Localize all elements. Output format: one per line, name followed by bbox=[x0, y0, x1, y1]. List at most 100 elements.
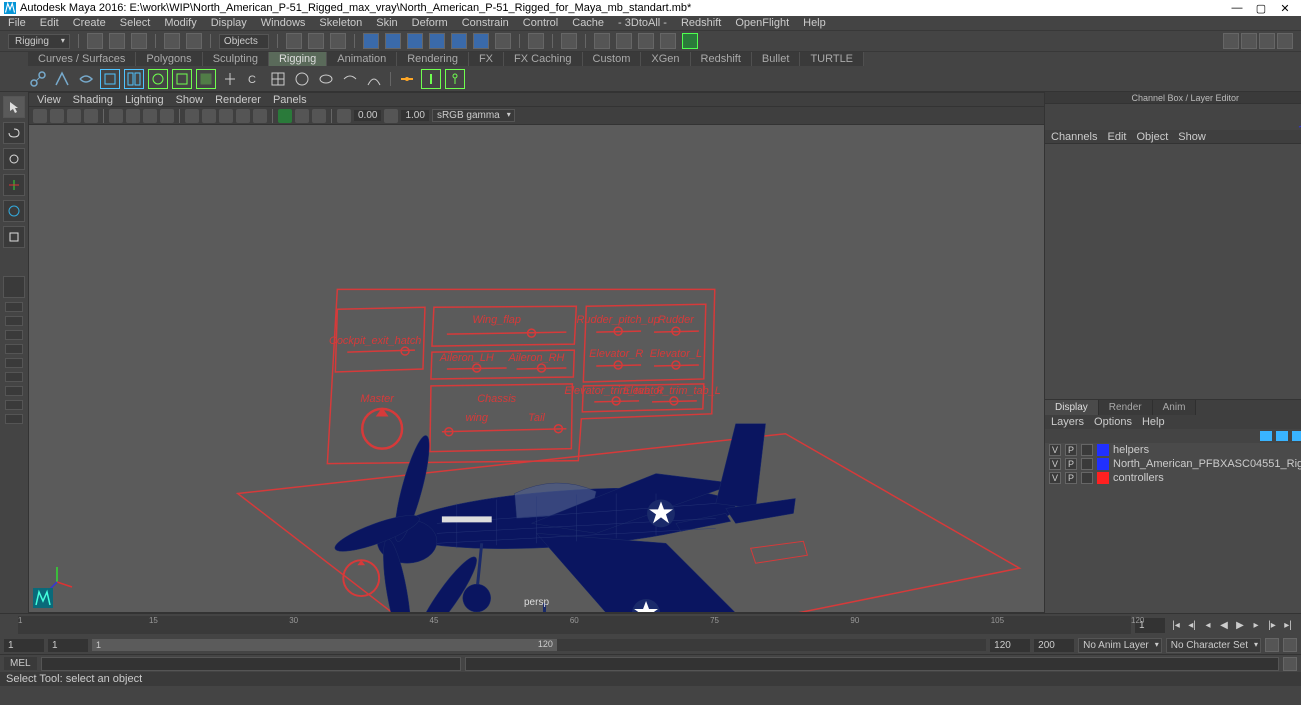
move-layer-up-icon[interactable] bbox=[1260, 431, 1272, 441]
layer-row[interactable]: VPNorth_American_PFBXASC04551_Rigged bbox=[1045, 457, 1301, 471]
anim-layer-dropdown[interactable]: No Anim Layer bbox=[1078, 638, 1162, 653]
human-ik-icon[interactable] bbox=[445, 69, 465, 89]
menu-deform[interactable]: Deform bbox=[412, 17, 448, 29]
menu-modify[interactable]: Modify bbox=[164, 17, 196, 29]
menu-edit[interactable]: Edit bbox=[40, 17, 59, 29]
panel-layout-1-icon[interactable] bbox=[1223, 33, 1239, 49]
hypershade-icon[interactable] bbox=[638, 33, 654, 49]
nonlinear-icon[interactable] bbox=[364, 69, 384, 89]
xray-icon[interactable] bbox=[295, 109, 309, 123]
channel-menu-object[interactable]: Object bbox=[1136, 131, 1168, 143]
range-end-outer[interactable]: 200 bbox=[1034, 639, 1074, 652]
snap-grid-icon[interactable] bbox=[363, 33, 379, 49]
layer-extra-toggle[interactable] bbox=[1081, 458, 1093, 470]
snap-point-icon[interactable] bbox=[407, 33, 423, 49]
viewport-menu-panels[interactable]: Panels bbox=[273, 94, 307, 106]
layer-tab-render[interactable]: Render bbox=[1099, 400, 1153, 415]
open-scene-icon[interactable] bbox=[109, 33, 125, 49]
viewport-menu-show[interactable]: Show bbox=[176, 94, 204, 106]
lattice-icon[interactable] bbox=[268, 69, 288, 89]
viewport-menu-view[interactable]: View bbox=[37, 94, 61, 106]
panel-layout-3-icon[interactable] bbox=[1259, 33, 1275, 49]
select-tool[interactable] bbox=[3, 96, 25, 118]
shelf-tab-redshift[interactable]: Redshift bbox=[691, 52, 752, 66]
make-live-icon[interactable] bbox=[495, 33, 511, 49]
layer-visibility-toggle[interactable]: V bbox=[1049, 458, 1061, 470]
lasso-tool[interactable] bbox=[3, 122, 25, 144]
grid-toggle-icon[interactable] bbox=[109, 109, 123, 123]
menu-cache[interactable]: Cache bbox=[572, 17, 604, 29]
exposure-value[interactable]: 0.00 bbox=[354, 110, 381, 121]
layer-tab-anim[interactable]: Anim bbox=[1153, 400, 1197, 415]
layer-extra-toggle[interactable] bbox=[1081, 472, 1093, 484]
menu-display[interactable]: Display bbox=[211, 17, 247, 29]
script-lang-label[interactable]: MEL bbox=[4, 657, 37, 670]
redo-icon[interactable] bbox=[186, 33, 202, 49]
step-forward-key-icon[interactable]: |▸ bbox=[1265, 618, 1279, 632]
panel-layout-4-icon[interactable] bbox=[1277, 33, 1293, 49]
create-empty-layer-icon[interactable] bbox=[1292, 431, 1301, 441]
paint-weights-icon[interactable] bbox=[148, 69, 168, 89]
layer-type-toggle[interactable]: P bbox=[1065, 444, 1077, 456]
go-to-start-icon[interactable]: |◂ bbox=[1169, 618, 1183, 632]
menu-create[interactable]: Create bbox=[73, 17, 106, 29]
render-sequence-icon[interactable] bbox=[682, 33, 698, 49]
layer-color-swatch[interactable] bbox=[1097, 472, 1109, 484]
exposure-icon[interactable] bbox=[337, 109, 351, 123]
viewport-3d[interactable]: Cockpit_exit_hatch Wing_flap Aileron_LH … bbox=[29, 125, 1044, 612]
wireframe-icon[interactable] bbox=[185, 109, 199, 123]
wrap-icon[interactable] bbox=[292, 69, 312, 89]
layer-visibility-toggle[interactable]: V bbox=[1049, 472, 1061, 484]
time-ruler[interactable]: 1153045607590105120 bbox=[18, 616, 1131, 634]
isolate-select-icon[interactable] bbox=[278, 109, 292, 123]
menu-skin[interactable]: Skin bbox=[376, 17, 397, 29]
bookmark-icon[interactable] bbox=[67, 109, 81, 123]
layer-visibility-toggle[interactable]: V bbox=[1049, 444, 1061, 456]
select-camera-icon[interactable] bbox=[33, 109, 47, 123]
snap-view-icon[interactable] bbox=[451, 33, 467, 49]
menu--3dtoall-[interactable]: - 3DtoAll - bbox=[618, 17, 667, 29]
shelf-tab-animation[interactable]: Animation bbox=[327, 52, 397, 66]
channel-menu-edit[interactable]: Edit bbox=[1107, 131, 1126, 143]
shelf-tab-rigging[interactable]: Rigging bbox=[269, 52, 327, 66]
viewport-menu-shading[interactable]: Shading bbox=[73, 94, 113, 106]
step-back-key-icon[interactable]: ◂| bbox=[1185, 618, 1199, 632]
menu-windows[interactable]: Windows bbox=[261, 17, 306, 29]
render-icon[interactable] bbox=[561, 33, 577, 49]
move-tool[interactable] bbox=[3, 174, 25, 196]
menu-file[interactable]: File bbox=[8, 17, 26, 29]
step-forward-icon[interactable]: ▸ bbox=[1249, 618, 1263, 632]
shelf-tab-turtle[interactable]: TURTLE bbox=[800, 52, 864, 66]
shelf-tab-sculpting[interactable]: Sculpting bbox=[203, 52, 269, 66]
bind-skin-icon[interactable] bbox=[100, 69, 120, 89]
use-all-lights-icon[interactable] bbox=[236, 109, 250, 123]
rotate-tool[interactable] bbox=[3, 200, 25, 222]
ik-spline-icon[interactable] bbox=[76, 69, 96, 89]
range-slider[interactable]: 1120 bbox=[92, 639, 986, 651]
select-by-hierarchy-icon[interactable] bbox=[286, 33, 302, 49]
minimize-button[interactable]: — bbox=[1231, 2, 1243, 14]
layer-row[interactable]: VPhelpers bbox=[1045, 443, 1301, 457]
layout-three[interactable] bbox=[5, 358, 23, 368]
layer-row[interactable]: VPcontrollers bbox=[1045, 471, 1301, 485]
shelf-tab-custom[interactable]: Custom bbox=[583, 52, 642, 66]
colorspace-dropdown[interactable]: sRGB gamma bbox=[432, 109, 515, 122]
lock-camera-icon[interactable] bbox=[50, 109, 64, 123]
constraint-icon[interactable] bbox=[397, 69, 417, 89]
layer-extra-toggle[interactable] bbox=[1081, 444, 1093, 456]
close-button[interactable]: ✕ bbox=[1279, 2, 1291, 14]
joint-tool-icon[interactable] bbox=[28, 69, 48, 89]
time-slider[interactable]: 1153045607590105120 1 |◂ ◂| ◂ ◀ ▶ ▸ |▸ ▸… bbox=[0, 614, 1301, 636]
layout-custom[interactable] bbox=[5, 414, 23, 424]
blend-shape-icon[interactable] bbox=[316, 69, 336, 89]
paint-select-tool[interactable] bbox=[3, 148, 25, 170]
selection-search-input[interactable]: Objects bbox=[219, 34, 269, 49]
layer-color-swatch[interactable] bbox=[1097, 458, 1109, 470]
step-back-icon[interactable]: ◂ bbox=[1201, 618, 1215, 632]
go-to-end-icon[interactable]: ▸| bbox=[1281, 618, 1295, 632]
layer-tab-display[interactable]: Display bbox=[1045, 400, 1099, 415]
select-by-component-icon[interactable] bbox=[330, 33, 346, 49]
layer-type-toggle[interactable]: P bbox=[1065, 472, 1077, 484]
shelf-tab-polygons[interactable]: Polygons bbox=[136, 52, 202, 66]
shelf-tab-rendering[interactable]: Rendering bbox=[397, 52, 469, 66]
